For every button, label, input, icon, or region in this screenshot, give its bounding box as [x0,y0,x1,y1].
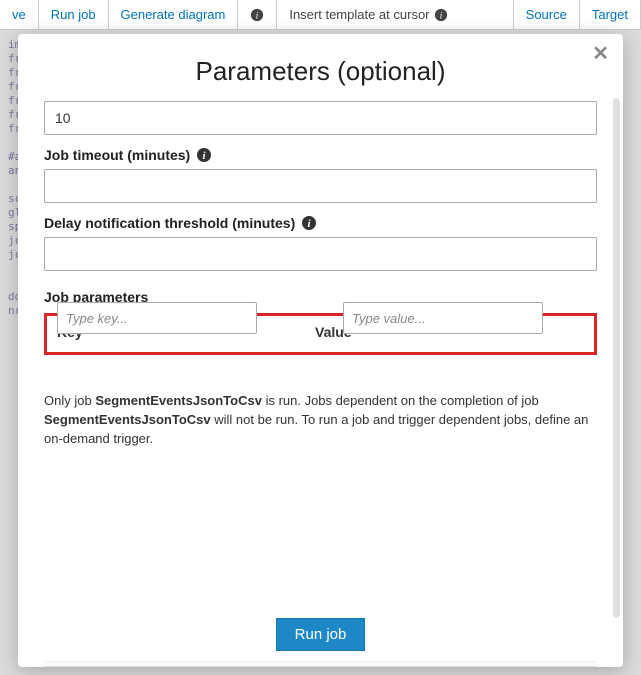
param-value-new[interactable] [343,302,543,334]
close-icon[interactable]: ✕ [592,44,609,64]
toolbar-insert-template[interactable]: Insert template at cursor i [277,0,513,29]
modal-bottom-divider [44,661,597,667]
modal-body: Job timeout (minutes) i Delay notificati… [18,101,623,604]
toolbar-source[interactable]: Source [514,0,580,29]
run-job-button[interactable]: Run job [276,618,366,651]
param-key-new[interactable] [57,302,257,334]
info-icon[interactable]: i [196,147,212,163]
toolbar-info-icon-2: i [434,8,448,22]
job-timeout-input[interactable] [44,169,597,203]
modal-footer: Run job [18,604,623,661]
background-toolbar: ve Run job Generate diagram i Insert tem… [0,0,641,30]
svg-text:i: i [256,10,259,21]
scrollbar[interactable] [613,98,620,618]
toolbar-generate-diagram[interactable]: Generate diagram [109,0,239,29]
toolbar-insert-template-label: Insert template at cursor [289,7,429,22]
parameters-modal: ✕ Parameters (optional) Job timeout (min… [18,34,623,667]
modal-title: Parameters (optional) [18,34,623,101]
job-timeout-label: Job timeout (minutes) [44,147,190,163]
delay-threshold-label: Delay notification threshold (minutes) [44,215,295,231]
svg-text:i: i [439,10,442,21]
toolbar-info-icon[interactable]: i [238,0,277,29]
first-numeric-input[interactable] [44,101,597,135]
info-icon[interactable]: i [301,215,317,231]
toolbar-run-job[interactable]: Run job [39,0,109,29]
delay-threshold-input[interactable] [44,237,597,271]
toolbar-save[interactable]: ve [0,0,39,29]
modal-note: Only job SegmentEventsJsonToCsv is run. … [44,392,597,449]
toolbar-target[interactable]: Target [580,0,641,29]
